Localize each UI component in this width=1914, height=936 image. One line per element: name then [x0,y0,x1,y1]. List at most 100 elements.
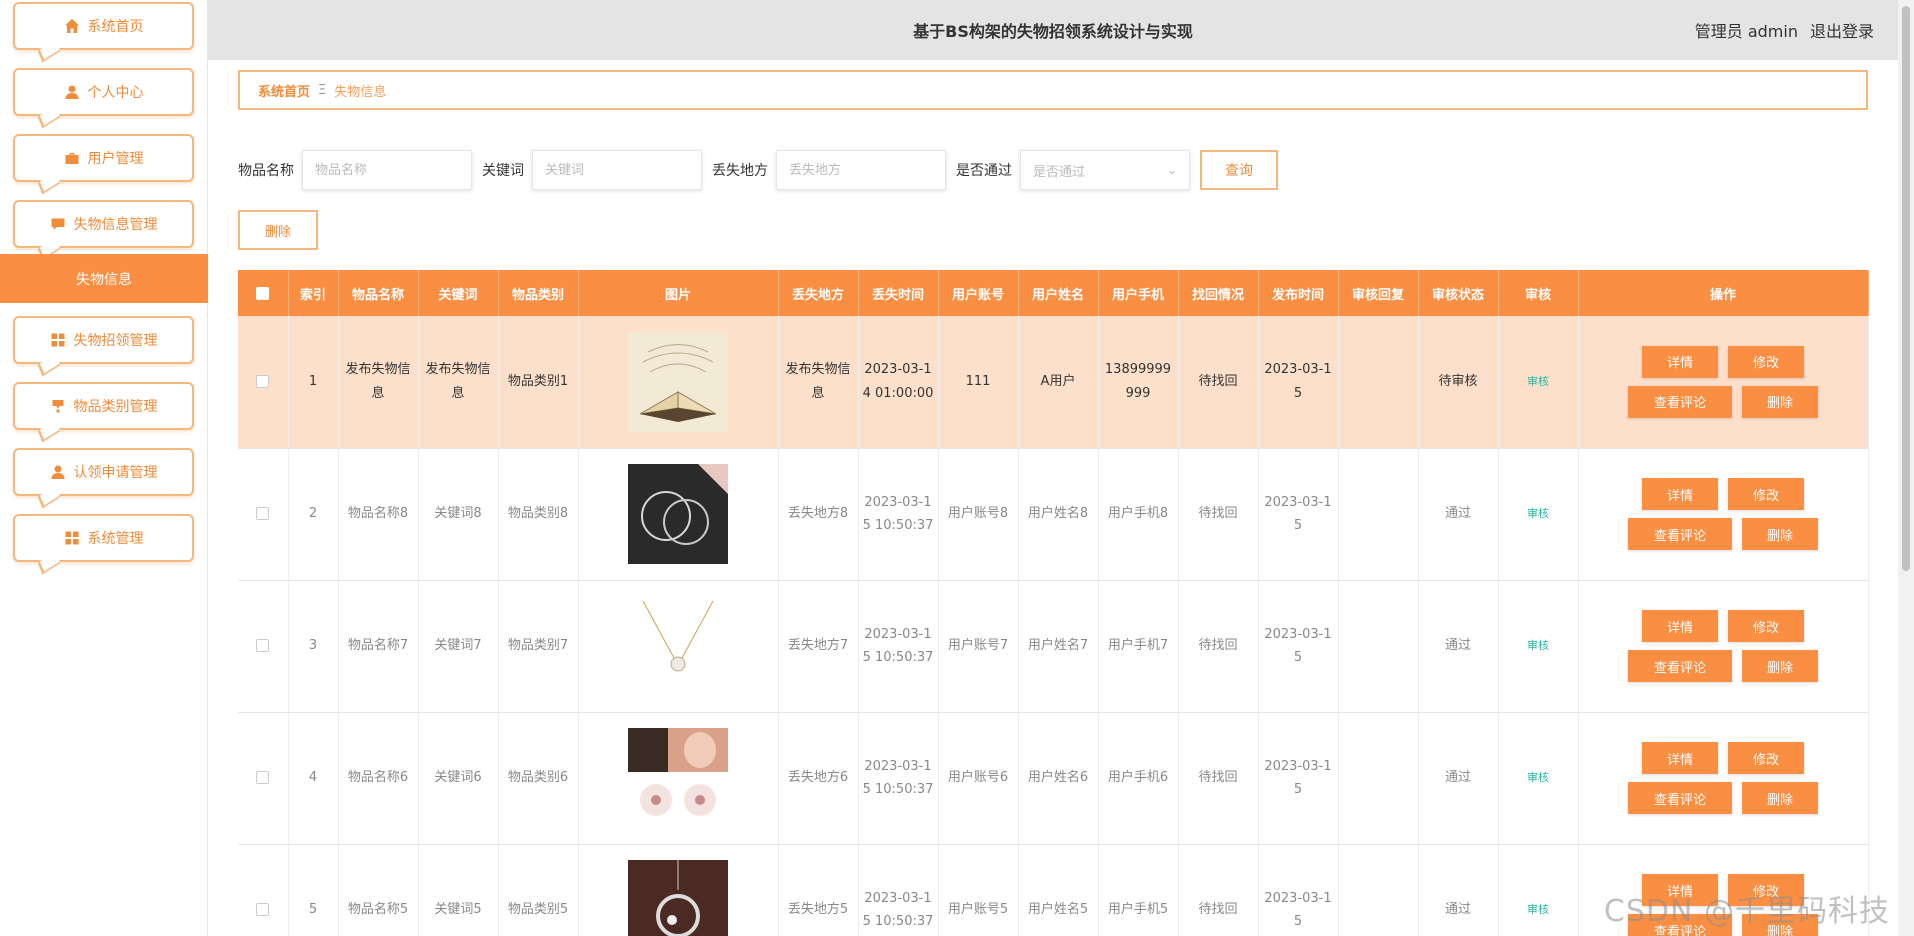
sidebar-item-system[interactable]: 系统管理 [13,514,194,562]
detail-button[interactable]: 详情 [1642,742,1718,774]
comments-button[interactable]: 查看评论 [1628,914,1732,936]
edit-button[interactable]: 修改 [1728,742,1804,774]
sidebar-subitem-lost-info[interactable]: 失物信息 [0,254,208,303]
detail-button[interactable]: 详情 [1642,345,1718,378]
home-icon [64,18,80,34]
user-icon [64,84,80,100]
detail-button[interactable]: 详情 [1642,874,1718,906]
sidebar-item-label: 系统首页 [87,19,144,35]
cell-name: 物品名称6 [338,712,419,845]
detail-button[interactable]: 详情 [1642,610,1718,642]
cell-status: 通过 [1418,580,1499,713]
sidebar-item-label: 物品类别管理 [73,399,158,415]
column-header: 用户手机 [1098,270,1179,316]
name-label: 物品名称 [238,163,294,179]
cell-found: 待找回 [1178,844,1259,936]
delete-button[interactable]: 删除 [1742,650,1818,682]
pass-select[interactable]: 是否通过 ⌄ [1020,150,1190,190]
sidebar-item-users[interactable]: 用户管理 [13,134,194,182]
cell-status: 待审核 [1418,316,1499,449]
sidebar-item-found[interactable]: 失物招领管理 [13,316,194,364]
cell-keyword: 关键词5 [418,844,499,936]
select-all-checkbox[interactable] [256,286,270,300]
cell-phone: 用户手机8 [1098,448,1179,581]
breadcrumb-current: 失物信息 [334,84,387,100]
comments-button[interactable]: 查看评论 [1628,650,1732,682]
cell-image [578,844,779,936]
edit-button[interactable]: 修改 [1728,610,1804,642]
edit-button[interactable]: 修改 [1728,345,1804,378]
book-image [628,331,728,432]
detail-button[interactable]: 详情 [1642,478,1718,510]
row-checkbox[interactable] [256,771,270,785]
sidebar-item-home[interactable]: 系统首页 [13,2,194,50]
cell-found: 待找回 [1178,316,1259,449]
audit-link[interactable]: 审核 [1527,771,1549,784]
cell-reply [1338,580,1419,713]
row-checkbox[interactable] [256,903,270,917]
row-checkbox[interactable] [256,639,270,653]
user-icon [50,464,66,480]
lost-items-table: 索引 物品名称 关键词 物品类别 图片 丢失地方 丢失时间 用户账号 用户姓名 … [238,270,1869,936]
grid-icon [64,530,80,546]
sidebar-item-category[interactable]: 物品类别管理 [13,382,194,430]
audit-link[interactable]: 审核 [1527,375,1549,388]
cell-publish: 2023-03-15 [1258,316,1339,449]
cell-keyword: 关键词6 [418,712,499,845]
cell-category: 物品类别6 [498,712,579,845]
row-actions: 详情 修改 查看评论 删除 [1583,610,1864,682]
cell-reply [1338,448,1419,581]
place-label: 丢失地方 [712,163,768,179]
breadcrumb-separator: Ξ [318,82,327,98]
sidebar-item-profile[interactable]: 个人中心 [13,68,194,116]
header-user-area: 管理员 admin 退出登录 [1695,18,1874,42]
cell-publish: 2023-03-15 [1258,580,1339,713]
scrollbar-thumb[interactable] [1902,6,1910,571]
cell-username: 用户姓名7 [1018,580,1099,713]
keyword-input[interactable] [532,150,702,190]
place-input[interactable] [776,150,946,190]
sidebar: 系统首页 个人中心 用户管理 失物信息管理 失物信息 失物招领管理 物品类别管理… [0,0,208,936]
audit-link[interactable]: 审核 [1527,903,1549,916]
cell-found: 待找回 [1178,712,1259,845]
sidebar-item-claims[interactable]: 认领申请管理 [13,448,194,496]
cell-lost-time: 2023-03-15 10:50:37 [858,580,939,713]
cell-phone: 用户手机6 [1098,712,1179,845]
name-input[interactable] [302,150,472,190]
select-all-cell [238,270,289,316]
briefcase-icon [64,150,80,166]
comments-button[interactable]: 查看评论 [1628,782,1732,814]
cell-image [578,580,779,713]
sidebar-item-label: 认领申请管理 [73,465,158,481]
stud-earrings-image [628,728,728,828]
cell-image [578,316,779,449]
cell-name: 物品名称7 [338,580,419,713]
batch-delete-button[interactable]: 删除 [238,210,318,250]
delete-button[interactable]: 删除 [1742,782,1818,814]
query-button[interactable]: 查询 [1200,150,1278,190]
logout-link[interactable]: 退出登录 [1810,18,1874,42]
audit-link[interactable]: 审核 [1527,507,1549,520]
column-header: 丢失时间 [858,270,939,316]
row-checkbox[interactable] [256,375,270,389]
delete-button[interactable]: 删除 [1742,385,1818,418]
breadcrumb-home[interactable]: 系统首页 [258,81,310,100]
cell-username: 用户姓名5 [1018,844,1099,936]
sidebar-item-label: 个人中心 [87,85,144,101]
delete-button[interactable]: 删除 [1742,518,1818,550]
comments-button[interactable]: 查看评论 [1628,518,1732,550]
delete-button[interactable]: 删除 [1742,914,1818,936]
row-actions: 详情 修改 查看评论 删除 [1583,742,1864,814]
audit-link[interactable]: 审核 [1527,639,1549,652]
cell-publish: 2023-03-15 [1258,448,1339,581]
cell-found: 待找回 [1178,580,1259,713]
edit-button[interactable]: 修改 [1728,478,1804,510]
row-checkbox[interactable] [256,507,270,521]
sidebar-item-lost-info[interactable]: 失物信息管理 [13,200,194,248]
page-scrollbar[interactable] [1898,0,1914,936]
edit-button[interactable]: 修改 [1728,874,1804,906]
comments-button[interactable]: 查看评论 [1628,385,1732,418]
cell-username: 用户姓名8 [1018,448,1099,581]
current-user: 管理员 admin [1694,22,1798,41]
cell-keyword: 关键词7 [418,580,499,713]
